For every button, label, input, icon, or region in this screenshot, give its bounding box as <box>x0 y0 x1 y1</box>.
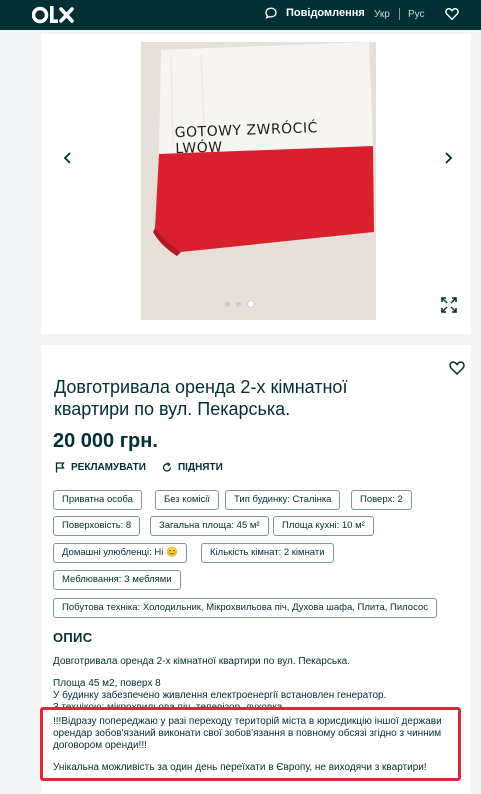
chat-icon <box>265 7 277 19</box>
tag-building-type[interactable]: Тип будинку: Сталінка <box>225 490 341 510</box>
refresh-icon <box>162 462 172 472</box>
slide-dot-active[interactable] <box>247 300 255 308</box>
listing-price: 20 000 грн. <box>53 430 158 452</box>
top-bar: Повідомлення Укр Рус <box>0 0 481 30</box>
tag-floor[interactable]: Поверх: 2 <box>351 490 412 510</box>
description-line: Площа 45 м2, поверх 8 <box>53 678 161 689</box>
tag-appliances[interactable]: Побутова техніка: Холодильник, Мікрохвил… <box>53 598 437 618</box>
tag-total-area[interactable]: Загальна площа: 45 м² <box>150 516 269 536</box>
warning-line: Унікальна можливість за один день переїх… <box>53 762 427 773</box>
listing-title: Довготривала оренда 2-х кімнатної кварти… <box>54 377 348 419</box>
flag-text: GOTOWY ZWRÓCIĆ LWÓW <box>174 120 319 158</box>
tag-rooms[interactable]: Кількість кімнат: 2 кімнати <box>201 543 334 563</box>
slide-dot[interactable] <box>236 301 241 307</box>
flag-image <box>141 42 376 320</box>
description-line: Довготривала оренда 2-х кімнатної кварти… <box>53 656 351 667</box>
flag-icon <box>55 462 65 473</box>
chevron-left-icon[interactable] <box>61 151 75 165</box>
messages-link[interactable]: Повідомлення <box>265 7 365 19</box>
tag-furniture[interactable]: Меблювання: З меблями <box>53 570 181 590</box>
tag-commission[interactable]: Без комісії <box>155 490 219 510</box>
lang-divider <box>399 8 400 20</box>
listing-actions: РЕКЛАМУВАТИ ПІДНЯТИ <box>55 462 239 473</box>
tag-seller-type[interactable]: Приватна особа <box>53 490 142 510</box>
tag-floors-total[interactable]: Поверховість: 8 <box>53 516 141 536</box>
promote-label: РЕКЛАМУВАТИ <box>71 462 146 473</box>
messages-label: Повідомлення <box>286 7 365 19</box>
olx-logo[interactable] <box>32 3 78 27</box>
raise-label: ПІДНЯТИ <box>177 462 223 473</box>
lang-rus[interactable]: Рус <box>408 9 425 20</box>
warning-line: !!!Відразу попереджаю у разі переходу те… <box>53 716 442 727</box>
warning-line: орендар зобов'язаний виконати свої зобов… <box>53 728 442 739</box>
heart-icon[interactable] <box>449 360 465 376</box>
chevron-right-icon[interactable] <box>441 151 455 165</box>
fullscreen-icon[interactable] <box>440 296 458 314</box>
slide-dot[interactable] <box>225 301 230 307</box>
favorites-heart-icon[interactable] <box>445 7 459 21</box>
raise-button[interactable]: ПІДНЯТИ <box>162 462 223 473</box>
tag-pets[interactable]: Домашні улюбленці: Ні 😊 <box>53 543 187 563</box>
listing-photo[interactable]: GOTOWY ZWRÓCIĆ LWÓW <box>141 42 376 320</box>
promote-button[interactable]: РЕКЛАМУВАТИ <box>55 462 146 473</box>
warning-line: договором оренди!!! <box>53 740 147 751</box>
lang-ukr[interactable]: Укр <box>374 9 390 20</box>
description-heading: ОПИС <box>53 630 93 645</box>
description-line: У будинку забезпечено живлення електроен… <box>53 690 387 701</box>
slide-indicators <box>222 300 258 308</box>
tag-kitchen-area[interactable]: Площа кухні: 10 м² <box>273 516 374 536</box>
